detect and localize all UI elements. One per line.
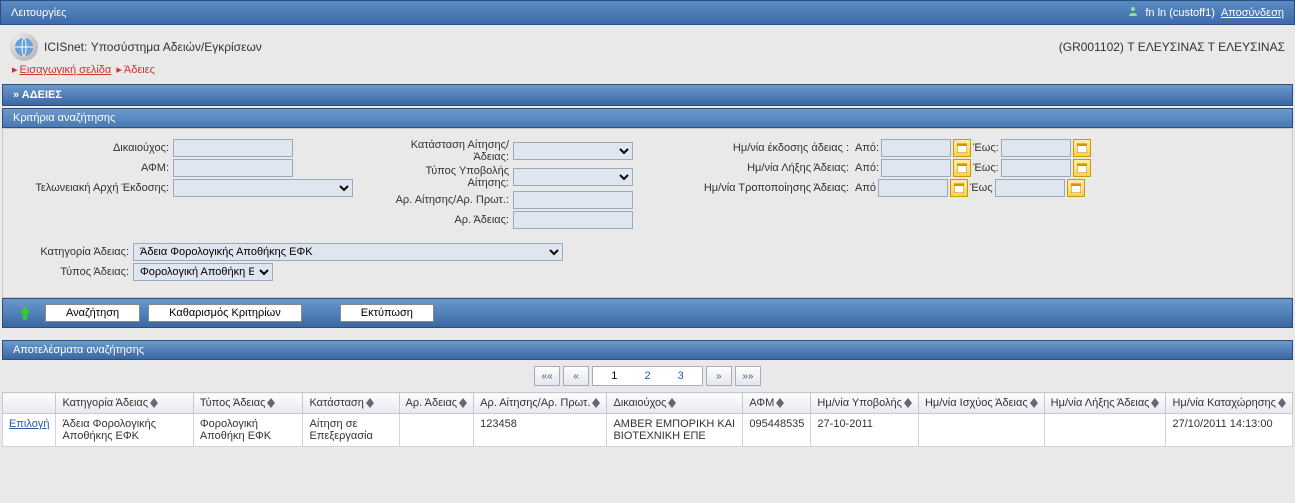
pager-page[interactable]: 3 [666, 370, 696, 382]
appno-field[interactable] [513, 191, 633, 209]
print-button[interactable]: Εκτύπωση [340, 304, 434, 322]
amend-to-field[interactable] [995, 179, 1065, 197]
status-select[interactable] [513, 142, 633, 160]
breadcrumb: ▸Εισαγωγική σελίδα ▸Άδειες [0, 63, 1295, 82]
col-afm[interactable]: ΑΦΜ [743, 393, 811, 414]
label-amend-date: Ημ/νία Τροποποίησης Άδειας: [703, 182, 853, 194]
col-category[interactable]: Κατηγορία Άδειας [56, 393, 193, 414]
top-bar: Λειτουργίες fn ln (custoff1) Αποσύνδεση [0, 0, 1295, 25]
cell-status: Αίτηση σε Επεξεργασία [303, 414, 399, 447]
clear-button[interactable]: Καθαρισμός Κριτηρίων [148, 304, 302, 322]
label-issue-date: Ημ/νία έκδοσης άδειας : [703, 142, 853, 154]
section-title: » ΑΔΕΙΕΣ [2, 84, 1293, 106]
label-to: Έως: [973, 162, 999, 174]
label-beneficiary: Δικαιούχος: [23, 142, 173, 154]
col-valid-date[interactable]: Ημ/νία Ισχύος Άδειας [918, 393, 1044, 414]
licno-field[interactable] [513, 211, 633, 229]
col-licno[interactable]: Αρ. Άδειας [399, 393, 474, 414]
pager-page[interactable]: 2 [632, 370, 662, 382]
col-expiry-date[interactable]: Ημ/νία Λήξης Άδειας [1044, 393, 1166, 414]
pager-page[interactable]: 1 [599, 370, 629, 382]
criteria-panel: Δικαιούχος: ΑΦΜ: Τελωνειακή Αρχή Έκδοσης… [2, 128, 1293, 298]
col-appno[interactable]: Αρ. Αίτησης/Αρ. Πρωτ. [474, 393, 607, 414]
label-from: Από: [855, 162, 879, 174]
cell-reg-date: 27/10/2011 14:13:00 [1166, 414, 1293, 447]
label-status: Κατάσταση Αίτησης/Άδειας: [383, 139, 513, 163]
user-label: fn ln (custoff1) [1145, 7, 1215, 19]
label-to: Έως: [973, 142, 999, 154]
select-link[interactable]: Επιλογή [9, 418, 49, 430]
label-afm: ΑΦΜ: [23, 162, 173, 174]
calendar-icon[interactable] [1073, 159, 1091, 177]
col-select [3, 393, 56, 414]
cell-appno: 123458 [474, 414, 607, 447]
col-beneficiary[interactable]: Δικαιούχος [607, 393, 743, 414]
subtype-select[interactable] [513, 168, 633, 186]
afm-field[interactable] [173, 159, 293, 177]
label-subtype: Τύπος Υποβολής Αίτησης: [383, 165, 513, 189]
cell-valid-date [918, 414, 1044, 447]
results-table: Κατηγορία Άδειας Τύπος Άδειας Κατάσταση … [2, 392, 1293, 447]
cell-expiry-date [1044, 414, 1166, 447]
app-title: ICISnet: Υποσύστημα Αδειών/Εγκρίσεων [44, 40, 262, 54]
expiry-from-field[interactable] [881, 159, 951, 177]
breadcrumb-current: Άδειες [124, 64, 155, 76]
beneficiary-field[interactable] [173, 139, 293, 157]
amend-from-field[interactable] [878, 179, 948, 197]
criteria-title: Κριτήρια αναζήτησης [2, 108, 1293, 128]
table-row: Επιλογή Άδεια Φορολογικής Αποθήκης ΕΦΚ Φ… [3, 414, 1293, 447]
pager-prev[interactable]: « [563, 366, 589, 386]
globe-icon [10, 33, 38, 61]
calendar-icon[interactable] [953, 159, 971, 177]
col-reg-date[interactable]: Ημ/νία Καταχώρησης [1166, 393, 1293, 414]
label-licno: Αρ. Άδειας: [383, 214, 513, 226]
pager: «« « 1 2 3 » »» [0, 360, 1295, 392]
results-title: Αποτελέσματα αναζήτησης [2, 340, 1293, 360]
label-expiry-date: Ημ/νία Λήξης Άδειας: [703, 162, 853, 174]
label-from: Από: [855, 142, 879, 154]
col-submit-date[interactable]: Ημ/νία Υποβολής [811, 393, 919, 414]
pager-last[interactable]: »» [735, 366, 761, 386]
lictype-select[interactable]: Φορολογική Αποθήκη ΕΦΚ [133, 263, 273, 281]
issue-to-field[interactable] [1001, 139, 1071, 157]
pager-first[interactable]: «« [534, 366, 560, 386]
cell-beneficiary: AMBER ΕΜΠΟΡΙΚΗ ΚΑΙ ΒΙΟΤΕΧΝΙΚΗ ΕΠΕ [607, 414, 743, 447]
org-label: (GR001102) Τ ΕΛΕΥΣΙΝΑΣ Τ ΕΛΕΥΣΙΝΑΣ [1059, 40, 1285, 54]
customs-select[interactable] [173, 179, 353, 197]
breadcrumb-home[interactable]: Εισαγωγική σελίδα [20, 64, 112, 76]
calendar-icon[interactable] [950, 179, 968, 197]
label-category: Κατηγορία Άδειας: [23, 246, 133, 258]
cell-category: Άδεια Φορολογικής Αποθήκης ΕΦΚ [56, 414, 193, 447]
cell-type: Φορολογική Αποθήκη ΕΦΚ [193, 414, 303, 447]
functions-menu[interactable]: Λειτουργίες [11, 7, 66, 19]
sub-header: ICISnet: Υποσύστημα Αδειών/Εγκρίσεων (GR… [0, 25, 1295, 63]
pager-pages: 1 2 3 [592, 366, 703, 386]
label-from: Από [855, 182, 876, 194]
logout-link[interactable]: Αποσύνδεση [1221, 7, 1284, 19]
arrow-up-icon[interactable] [13, 303, 37, 323]
label-to: Έως [970, 182, 993, 194]
label-customs: Τελωνειακή Αρχή Έκδοσης: [23, 182, 173, 194]
pager-next[interactable]: » [706, 366, 732, 386]
calendar-icon[interactable] [1073, 139, 1091, 157]
category-select[interactable]: Άδεια Φορολογικής Αποθήκης ΕΦΚ [133, 243, 563, 261]
cell-afm: 095448535 [743, 414, 811, 447]
expiry-to-field[interactable] [1001, 159, 1071, 177]
cell-submit-date: 27-10-2011 [811, 414, 919, 447]
label-appno: Αρ. Αίτησης/Αρ. Πρωτ.: [383, 194, 513, 206]
issue-from-field[interactable] [881, 139, 951, 157]
user-icon [1127, 5, 1139, 20]
calendar-icon[interactable] [953, 139, 971, 157]
calendar-icon[interactable] [1067, 179, 1085, 197]
col-type[interactable]: Τύπος Άδειας [193, 393, 303, 414]
cell-licno [399, 414, 474, 447]
action-bar: Αναζήτηση Καθαρισμός Κριτηρίων Εκτύπωση [2, 298, 1293, 328]
col-status[interactable]: Κατάσταση [303, 393, 399, 414]
label-lictype: Τύπος Άδειας: [23, 266, 133, 278]
search-button[interactable]: Αναζήτηση [45, 304, 140, 322]
